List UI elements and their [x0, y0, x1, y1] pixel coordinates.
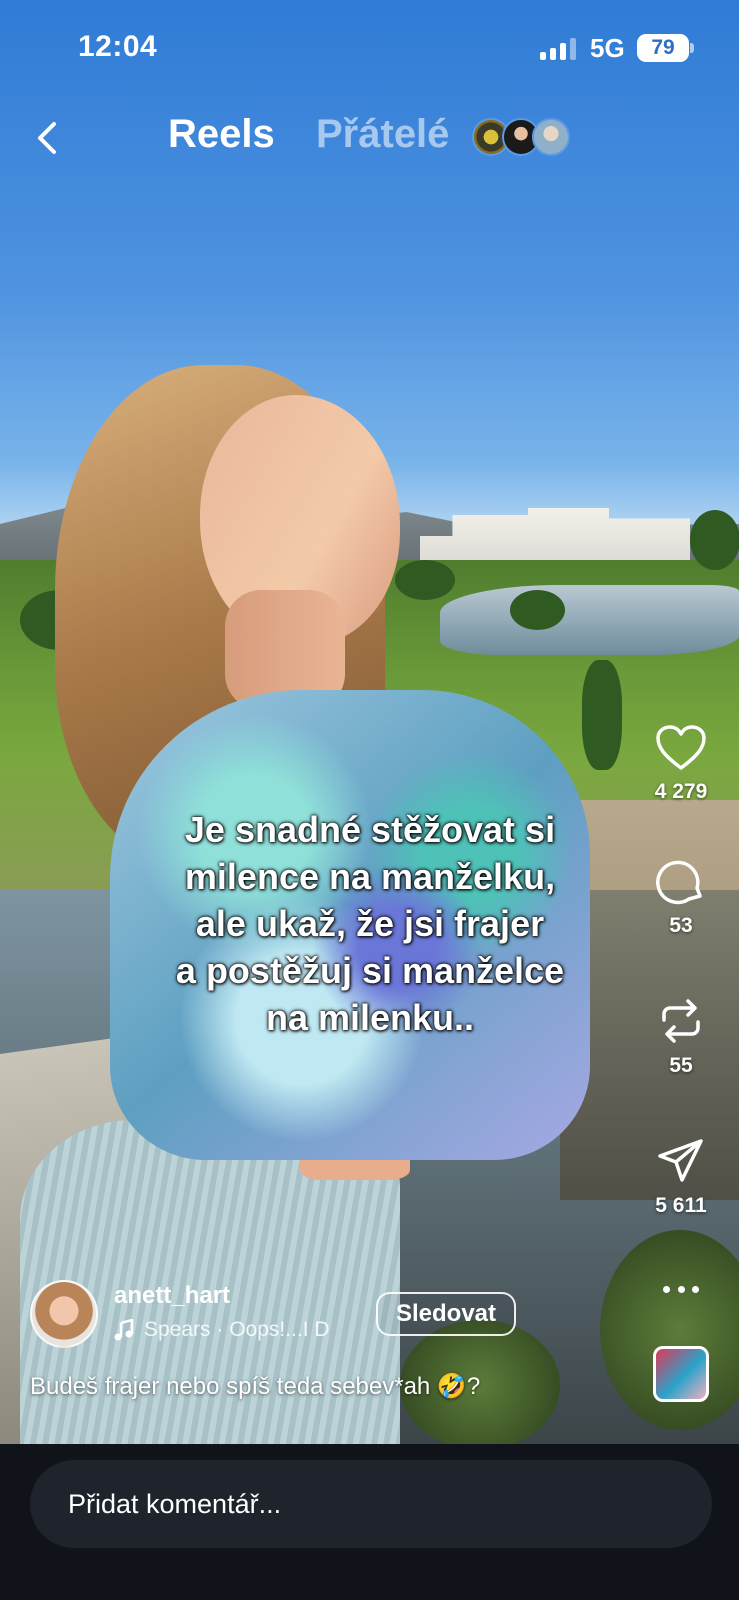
- network-type: 5G: [590, 33, 625, 63]
- comment-input[interactable]: Přidat komentář...: [30, 1460, 712, 1548]
- music-track-title: Spears · Oops!...I D: [144, 1318, 330, 1341]
- post-description[interactable]: Budeš frajer nebo spíš teda sebev*ah 🤣?: [30, 1372, 480, 1401]
- audio-track-thumbnail[interactable]: [653, 1346, 709, 1402]
- tab-reels[interactable]: Reels: [168, 112, 275, 157]
- repost-count: 55: [669, 1054, 693, 1077]
- tab-friends[interactable]: Přátelé: [316, 112, 449, 157]
- like-button[interactable]: 4 279: [636, 724, 726, 804]
- repost-icon: [662, 999, 700, 1043]
- background-tree: [690, 510, 739, 570]
- back-button[interactable]: [28, 112, 68, 162]
- more-dots-icon[interactable]: [663, 1282, 699, 1296]
- caption-line: ale ukaž, že jsi frajer: [195, 903, 545, 944]
- like-count: 4 279: [654, 780, 708, 803]
- status-bar: 12:04 5G 79: [0, 0, 739, 100]
- status-time: 12:04: [78, 30, 158, 63]
- background-tree: [395, 560, 455, 600]
- comment-count: 53: [669, 914, 693, 937]
- caption-line: a postěžuj si manželce: [175, 950, 565, 991]
- caption-line: Je snadné stěžovat si: [184, 809, 556, 850]
- battery-tip: [690, 43, 694, 53]
- author-avatar[interactable]: [30, 1280, 98, 1348]
- reel-video[interactable]: [0, 0, 739, 1444]
- comment-button[interactable]: 53: [636, 856, 726, 938]
- music-track[interactable]: Spears · Oops!...I D: [114, 1318, 330, 1342]
- share-count: 5 611: [655, 1194, 707, 1217]
- author-username[interactable]: anett_hart: [114, 1282, 230, 1310]
- background-tree: [510, 590, 565, 630]
- follow-button[interactable]: Sledovat: [376, 1292, 516, 1336]
- comment-bar: Přidat komentář...: [0, 1444, 739, 1600]
- repost-button[interactable]: 55: [636, 996, 726, 1078]
- caption-line: milence na manželku,: [184, 856, 556, 897]
- comment-bubble-icon: [656, 860, 702, 905]
- video-caption-overlay: Je snadné stěžovat si milence na manželk…: [110, 806, 630, 1041]
- friend-avatar: [532, 118, 570, 156]
- background-tree: [582, 660, 622, 770]
- friend-avatars[interactable]: [472, 118, 570, 156]
- paper-plane-icon: [658, 1139, 703, 1182]
- chevron-left-icon: [38, 122, 56, 154]
- caption-line: na milenku..: [265, 997, 475, 1038]
- background-lake: [440, 585, 739, 655]
- signal-icon: [540, 38, 576, 60]
- music-note-icon: [114, 1319, 134, 1341]
- share-button[interactable]: 5 611: [636, 1136, 726, 1218]
- heart-icon: [656, 725, 706, 770]
- battery-icon: 79: [637, 34, 689, 62]
